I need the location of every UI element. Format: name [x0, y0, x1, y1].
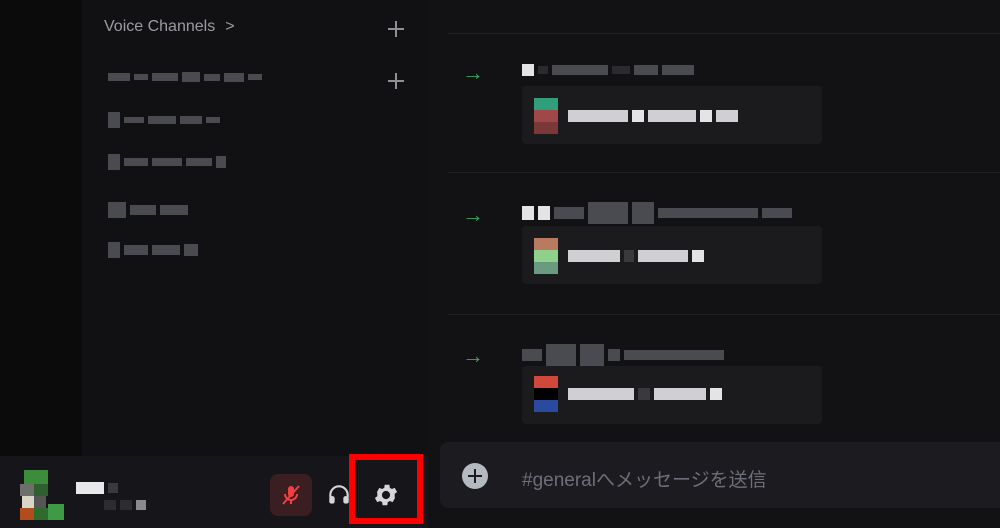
embed-avatar	[534, 98, 558, 134]
username-redacted	[76, 482, 118, 494]
divider	[448, 33, 1000, 34]
composer-placeholder[interactable]: #generalへメッセージを送信	[522, 465, 767, 492]
divider	[448, 314, 1000, 315]
divider	[448, 172, 1000, 173]
arrow-right-icon: →	[462, 60, 484, 85]
embed-text-redacted	[568, 110, 738, 122]
channel-item-redacted[interactable]	[108, 112, 220, 128]
mic-muted-icon	[282, 485, 300, 505]
user-status-redacted	[104, 500, 146, 510]
arrow-right-icon: →	[462, 202, 484, 227]
channel-item-redacted[interactable]	[108, 202, 188, 218]
voice-channels-category[interactable]: Voice Channels >	[104, 18, 235, 36]
gear-icon	[374, 484, 398, 506]
add-category-plus-icon[interactable]	[386, 19, 406, 39]
mute-button[interactable]	[270, 474, 312, 516]
chevron-right-icon: >	[225, 18, 235, 35]
channel-sidebar	[82, 0, 428, 456]
arrow-right-icon: →	[462, 343, 484, 368]
deafen-button[interactable]	[320, 474, 358, 516]
channel-item-redacted[interactable]	[108, 154, 226, 170]
server-rail	[0, 0, 82, 456]
add-circle-icon[interactable]	[462, 463, 488, 489]
embed-text-redacted	[568, 388, 722, 400]
join-message-redacted	[522, 344, 724, 366]
category-label: Voice Channels	[104, 18, 216, 35]
headset-icon	[329, 485, 349, 504]
join-message-redacted	[522, 64, 694, 76]
embed-text-redacted	[568, 250, 704, 262]
avatar[interactable]	[20, 470, 64, 522]
user-settings-button[interactable]	[364, 474, 408, 516]
channel-item-redacted[interactable]	[108, 242, 198, 258]
join-message-redacted	[522, 202, 792, 224]
add-channel-plus-icon[interactable]	[386, 71, 406, 91]
channel-item-redacted[interactable]	[108, 72, 262, 82]
embed-avatar	[534, 376, 558, 412]
embed-avatar	[534, 238, 558, 274]
